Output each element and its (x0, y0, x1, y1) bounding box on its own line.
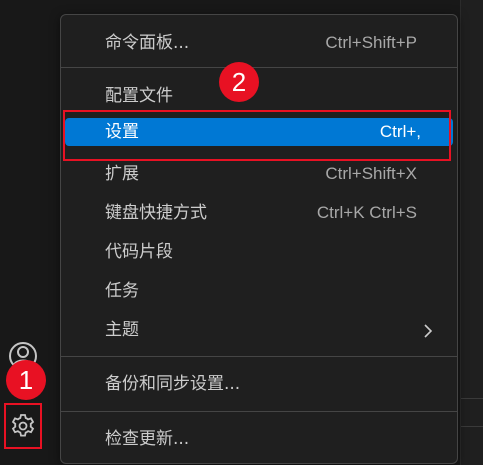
menu-item-check-updates[interactable]: 检查更新... (65, 425, 453, 453)
menu-item-tasks[interactable]: 任务 (65, 277, 453, 305)
menu-item-label: 键盘快捷方式 (105, 203, 207, 223)
step-badge-2: 2 (219, 62, 259, 102)
menu-item-label: 命令面板... (105, 33, 190, 53)
menu-item-settings[interactable]: 设置 Ctrl+, (65, 118, 453, 146)
menu-item-label: 配置文件 (105, 86, 173, 106)
menu-item-shortcut: Ctrl+K Ctrl+S (316, 203, 417, 222)
gear-icon (10, 413, 36, 439)
manage-context-menu: 命令面板... Ctrl+Shift+P 配置文件 设置 Ctrl+, 扩展 C… (60, 14, 458, 464)
step-badge-1: 1 (6, 360, 46, 400)
menu-item-extensions[interactable]: 扩展 Ctrl+Shift+X (65, 160, 453, 188)
editor-area (460, 0, 483, 465)
menu-item-label: 代码片段 (105, 242, 173, 262)
menu-item-shortcut: Ctrl+, (379, 122, 421, 141)
menu-item-label: 任务 (105, 281, 139, 301)
menu-item-backup-sync[interactable]: 备份和同步设置... (65, 370, 453, 398)
menu-item-label: 主题 (105, 320, 139, 340)
menu-item-shortcut: Ctrl+Shift+X (325, 164, 417, 183)
divider (461, 426, 483, 427)
menu-item-profiles[interactable]: 配置文件 (65, 82, 453, 110)
menu-item-label: 检查更新... (105, 429, 190, 449)
menu-item-label: 备份和同步设置... (105, 374, 241, 394)
chevron-right-icon (423, 323, 433, 338)
menu-item-snippets[interactable]: 代码片段 (65, 238, 453, 266)
menu-item-keyboard-shortcuts[interactable]: 键盘快捷方式 Ctrl+K Ctrl+S (65, 199, 453, 227)
manage-button[interactable] (4, 403, 42, 449)
menu-item-themes[interactable]: 主题 (65, 316, 453, 344)
divider (461, 398, 483, 399)
menu-item-shortcut: Ctrl+Shift+P (325, 33, 417, 52)
menu-separator (61, 67, 457, 68)
menu-separator (61, 356, 457, 357)
menu-separator (61, 411, 457, 412)
menu-item-label: 设置 (105, 122, 139, 142)
menu-item-label: 扩展 (105, 164, 139, 184)
screen: 命令面板... Ctrl+Shift+P 配置文件 设置 Ctrl+, 扩展 C… (0, 0, 483, 465)
menu-item-command-palette[interactable]: 命令面板... Ctrl+Shift+P (65, 29, 453, 57)
